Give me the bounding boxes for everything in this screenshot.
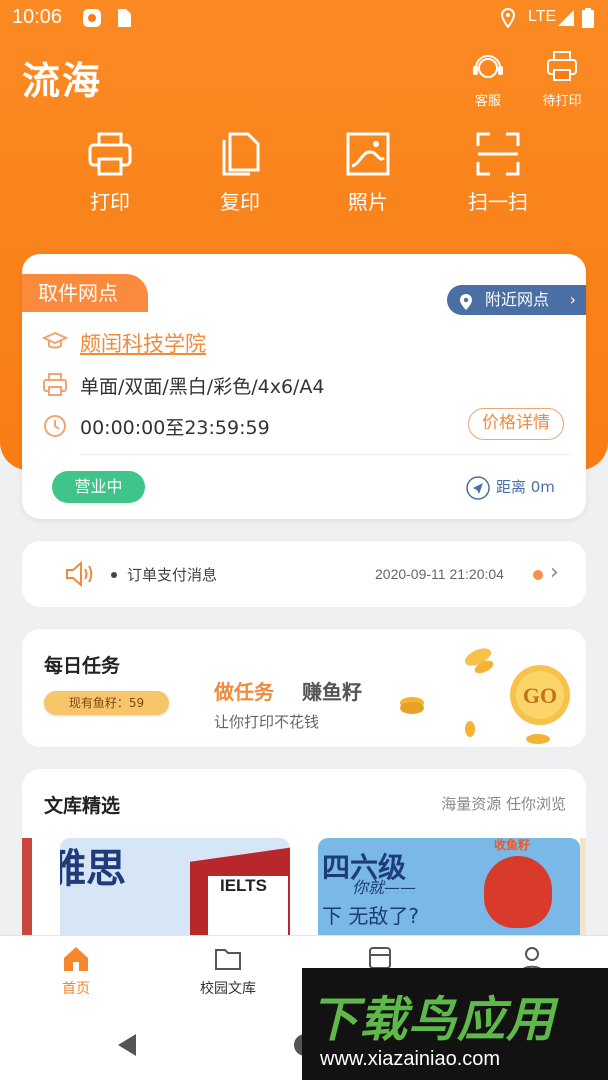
card-divider [80,454,570,455]
tab-campus-library[interactable]: 校园文库 [178,944,278,998]
battery-icon [582,8,594,33]
clock-icon [42,413,68,444]
quick-photo-label: 照片 [348,190,388,214]
earn-roe-label: 赚鱼籽 [302,680,362,704]
quick-copy-button[interactable]: 复印 [192,130,288,215]
quick-print-label: 打印 [90,190,130,214]
tab-home[interactable]: 首页 [26,944,126,998]
book-heading: 雅思 [60,846,126,892]
book-card-ielts[interactable]: 雅思 IELTS [60,838,290,935]
chevron-right-icon: › [550,560,559,585]
scan-icon [476,132,520,176]
chevron-right-icon: › [569,290,576,309]
location-icon [500,7,516,33]
customer-service-label: 客服 [474,94,501,109]
library-slogan[interactable]: 海量资源 任你浏览 [441,793,566,814]
daily-task-card[interactable]: 每日任务 现有鱼籽：59 做任务 赚鱼籽 让你打印不花钱 GO [22,629,586,747]
services-text: 单面/双面/黑白/彩色/4x6/A4 [80,376,325,398]
bullet-dot [111,572,117,578]
unread-dot [533,570,543,580]
status-badge: 营业中 [52,471,145,503]
headset-icon [473,55,503,78]
speaker-icon [64,560,96,592]
ielts-badge: IELTS [220,876,267,895]
book-line-1: 你就—— [352,878,417,897]
nearby-points-label: 附近网点 [485,290,550,309]
price-details-button[interactable]: 价格详情 [468,408,564,440]
library-title: 文库精选 [44,795,121,817]
customer-service-button[interactable]: 客服 [458,48,518,109]
sim-card-icon [116,8,132,33]
pickup-point-card[interactable]: 取件网点 附近网点 › 颇闰科技学院 单面/双面/黑白/彩色/4x6/A4 00… [22,254,586,519]
printer-icon [88,132,132,176]
distance-text: 距离 0m [496,478,555,496]
opening-hours-text: 00:00:00至23:59:59 [80,417,270,439]
quick-print-button[interactable]: 打印 [62,130,158,215]
watermark-banner: 下载鸟应用 www.xiazainiao.com [302,968,608,1080]
pickup-point-tag: 取件网点 [22,274,148,312]
school-name-link[interactable]: 颇闰科技学院 [80,328,206,358]
collect-roe-badge: 收鱼籽 [494,838,531,852]
distance-indicator: 距离 0m [466,474,555,500]
tab-home-label: 首页 [62,981,90,997]
quick-copy-label: 复印 [220,190,260,214]
book-card-cet[interactable]: 四六级 你就—— 下 无敌了? 收鱼籽 [318,838,580,935]
order-notice-bar[interactable]: 订单支付消息 2020-09-11 21:20:04 › [22,541,586,607]
pending-print-button[interactable]: 待打印 [532,48,592,109]
quick-photo-button[interactable]: 照片 [320,130,416,215]
do-task-label: 做任务 [214,680,274,704]
go-badge-text: GO [523,683,557,708]
status-bar: 10:06 LTE [0,0,608,36]
navigation-icon [466,475,490,500]
pending-print-label: 待打印 [542,94,582,109]
watermark-title: 下载鸟应用 [310,992,556,1048]
daily-task-title: 每日任务 [44,655,121,677]
book-card-partial[interactable] [22,838,32,935]
book-line-2: 下 无敌了? [322,904,419,928]
printer-small-icon [42,372,68,403]
fish-roe-balance: 现有鱼籽：59 [44,691,169,715]
copy-icon [222,132,260,176]
tab-campus-library-label: 校园文库 [200,981,256,997]
nearby-points-button[interactable]: 附近网点 › [447,285,586,315]
signal-icon [556,8,576,33]
notice-message: 订单支付消息 [127,566,218,584]
quick-scan-button[interactable]: 扫一扫 [450,130,546,215]
home-icon [64,947,88,971]
app-notification-icon [82,8,102,33]
app-title: 流海 [22,59,103,103]
book-card-partial[interactable] [580,838,586,935]
notice-time: 2020-09-11 21:20:04 [375,566,504,582]
photo-icon [346,132,390,176]
location-pin-icon [459,291,473,321]
folder-icon [215,949,241,970]
status-time: 10:06 [12,6,63,28]
quick-scan-label: 扫一扫 [468,190,528,214]
daily-task-subtitle: 让你打印不花钱 [214,713,320,731]
network-label: LTE [528,8,557,25]
back-icon[interactable] [114,1032,140,1058]
lucky-bag-illustration [484,856,552,928]
graduation-cap-icon [41,328,69,359]
printer-icon [547,51,577,81]
coins-illustration: GO [400,648,570,744]
watermark-url: www.xiazainiao.com [320,1048,501,1070]
